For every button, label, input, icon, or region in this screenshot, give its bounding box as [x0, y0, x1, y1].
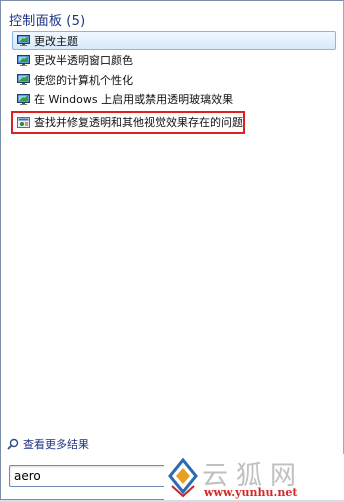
search-icon	[7, 438, 19, 450]
result-label: 更改主题	[34, 34, 78, 48]
display-settings-icon	[17, 35, 30, 46]
result-label: 使您的计算机个性化	[34, 73, 133, 87]
result-change-window-color[interactable]: 更改半透明窗口颜色	[13, 51, 335, 70]
see-more-label: 查看更多结果	[23, 438, 89, 451]
start-menu-search-panel: 控制面板 (5) 更改主题 更改半透明窗口颜色 使您的计算机个性化 在 Wind…	[0, 0, 344, 500]
group-title: 控制面板	[9, 14, 63, 29]
watermark-logo-icon	[168, 457, 198, 498]
watermark-url: www.yunhu.net	[204, 486, 298, 499]
result-label: 在 Windows 上启用或禁用透明玻璃效果	[34, 93, 234, 106]
watermark: 云狐网 www.yunhu.net	[164, 454, 344, 500]
group-count: (5)	[66, 14, 86, 29]
result-label: 更改半透明窗口颜色	[34, 54, 133, 67]
results-list: 更改主题 更改半透明窗口颜色 使您的计算机个性化 在 Windows 上启用或禁…	[11, 31, 336, 134]
result-label: 查找并修复透明和其他视觉效果存在的问题	[34, 116, 243, 129]
start-search-box[interactable]	[9, 465, 167, 487]
see-more-results-link[interactable]: 查看更多结果	[7, 436, 89, 452]
search-input[interactable]	[14, 467, 159, 484]
result-change-theme[interactable]: 更改主题	[12, 31, 336, 50]
display-settings-icon	[17, 74, 30, 85]
group-header-control-panel[interactable]: 控制面板 (5)	[9, 10, 86, 29]
troubleshoot-icon	[17, 116, 30, 128]
result-troubleshoot-visual-effects[interactable]: 查找并修复透明和其他视觉效果存在的问题	[11, 110, 245, 134]
result-personalize[interactable]: 使您的计算机个性化	[13, 70, 335, 89]
display-settings-icon	[17, 54, 30, 66]
display-settings-icon	[17, 93, 30, 105]
result-toggle-glass[interactable]: 在 Windows 上启用或禁用透明玻璃效果	[13, 90, 335, 109]
